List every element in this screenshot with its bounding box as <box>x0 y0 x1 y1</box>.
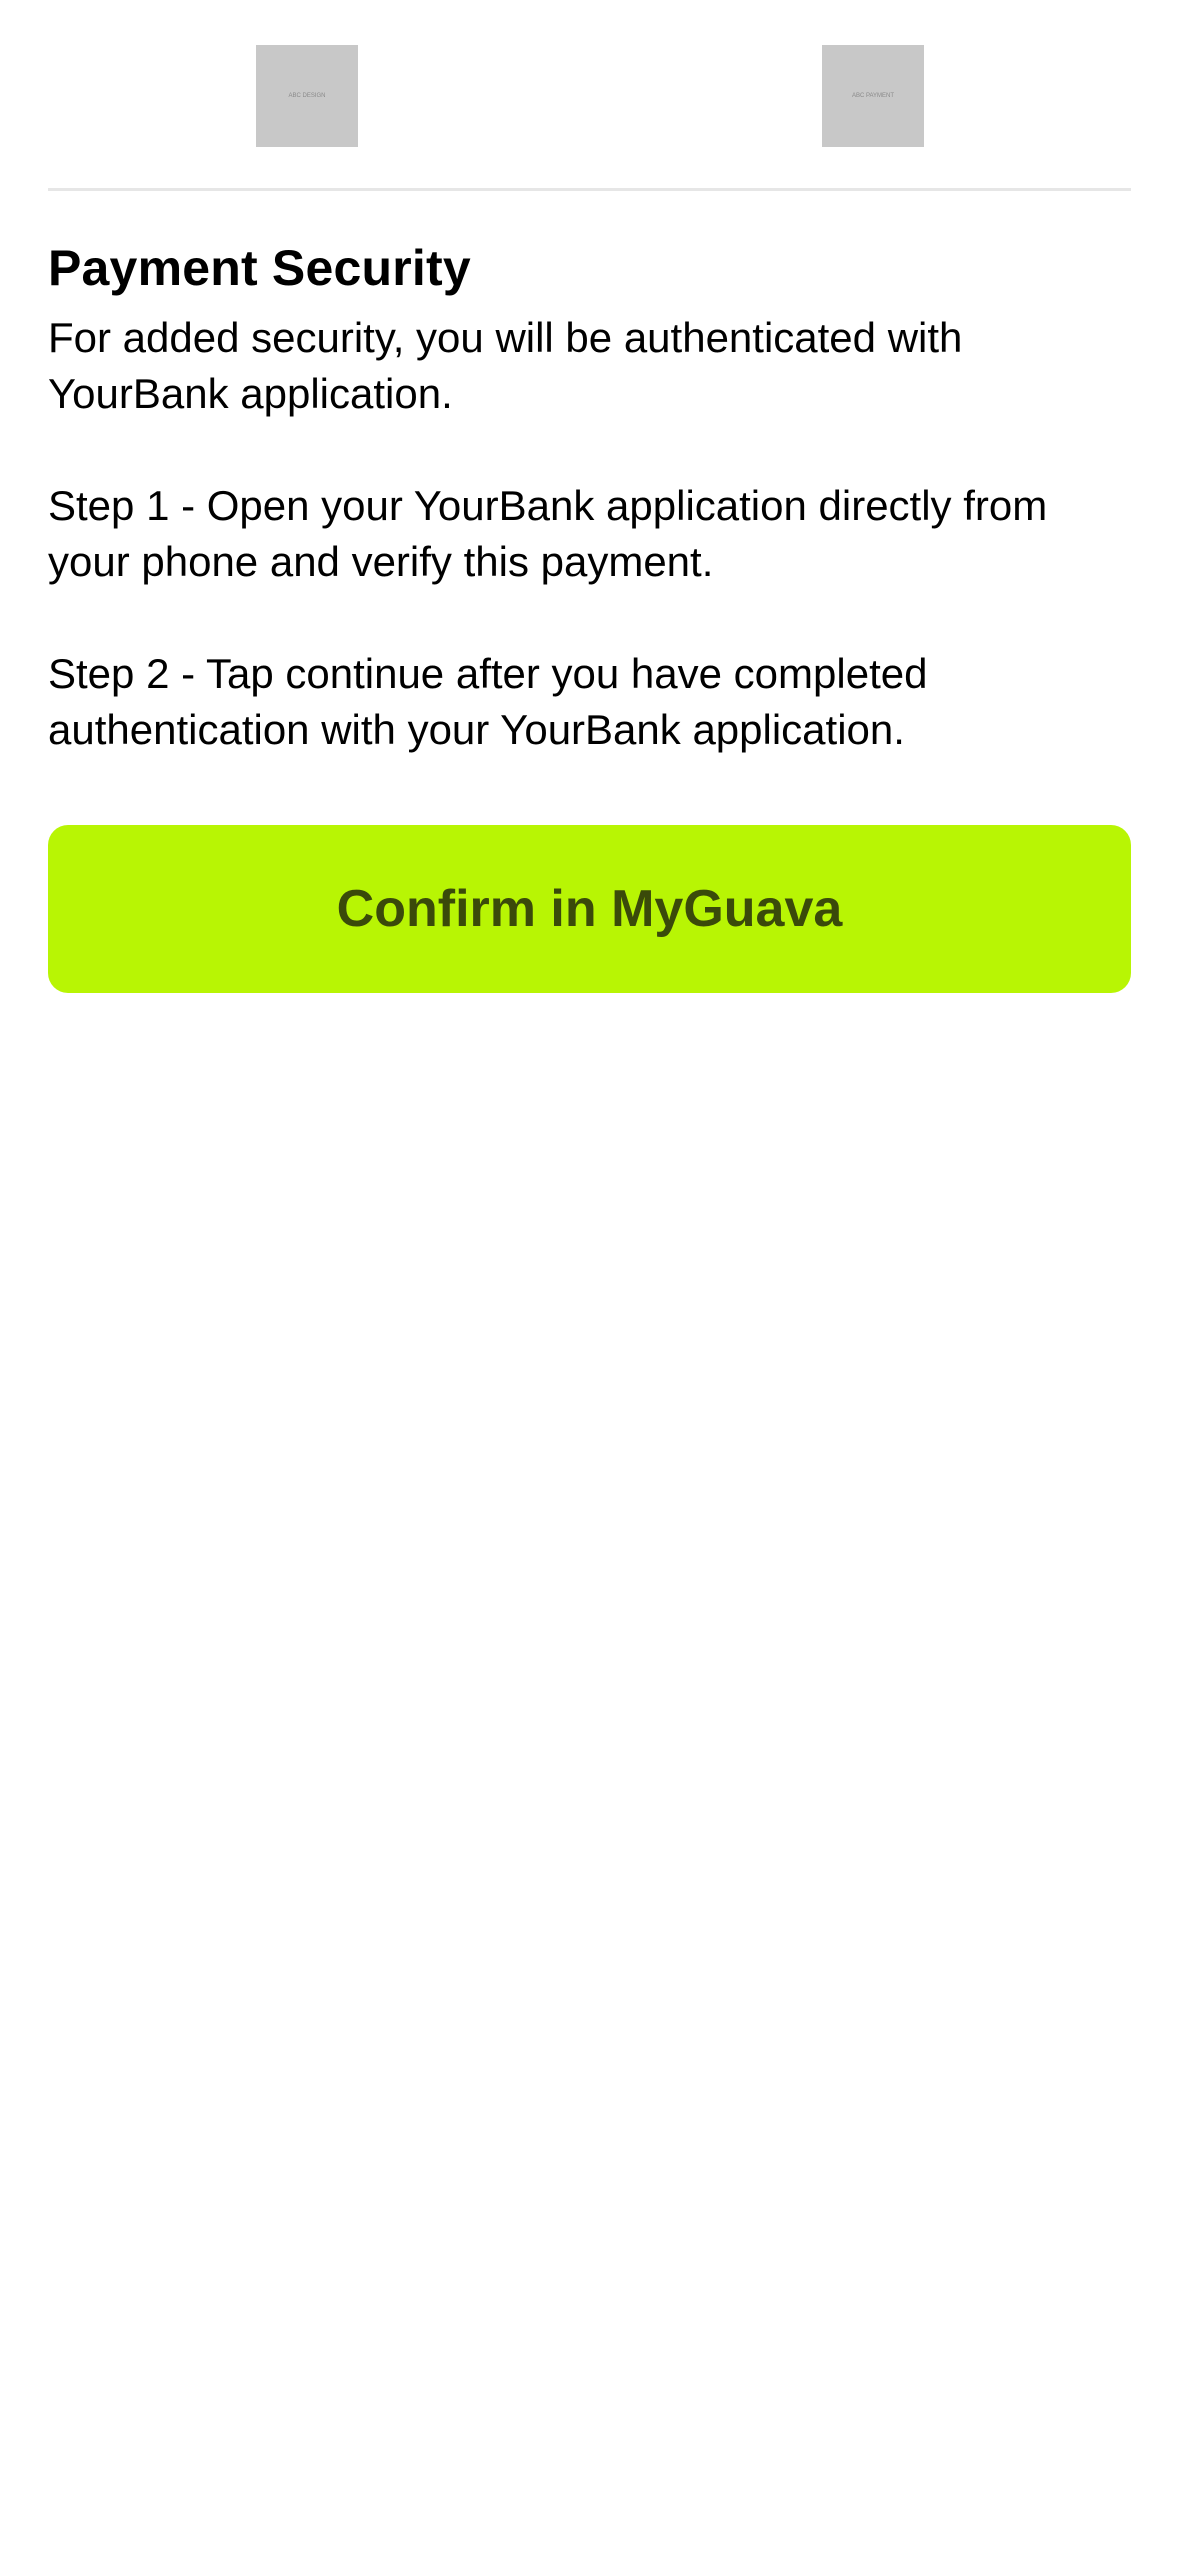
page-title: Payment Security <box>48 240 471 296</box>
confirm-button-label: Confirm in MyGuava <box>336 880 843 938</box>
bank-logo: ABC PAYMENT <box>822 45 924 147</box>
bank-logo-text: ABC PAYMENT <box>851 93 895 99</box>
merchant-logo-text: ABC DESIGN <box>288 93 326 99</box>
logo-row: ABC DESIGN ABC PAYMENT <box>0 0 1179 190</box>
header-divider <box>48 188 1131 191</box>
merchant-logo: ABC DESIGN <box>256 45 358 147</box>
step-1-text: Step 1 - Open your YourBank application … <box>48 482 1048 585</box>
intro-text: For added security, you will be authenti… <box>48 314 963 417</box>
step-2-text: Step 2 - Tap continue after you have com… <box>48 650 928 753</box>
confirm-button[interactable]: Confirm in MyGuava <box>48 825 1131 993</box>
payment-security-content: Payment Security For added security, you… <box>48 236 1131 814</box>
